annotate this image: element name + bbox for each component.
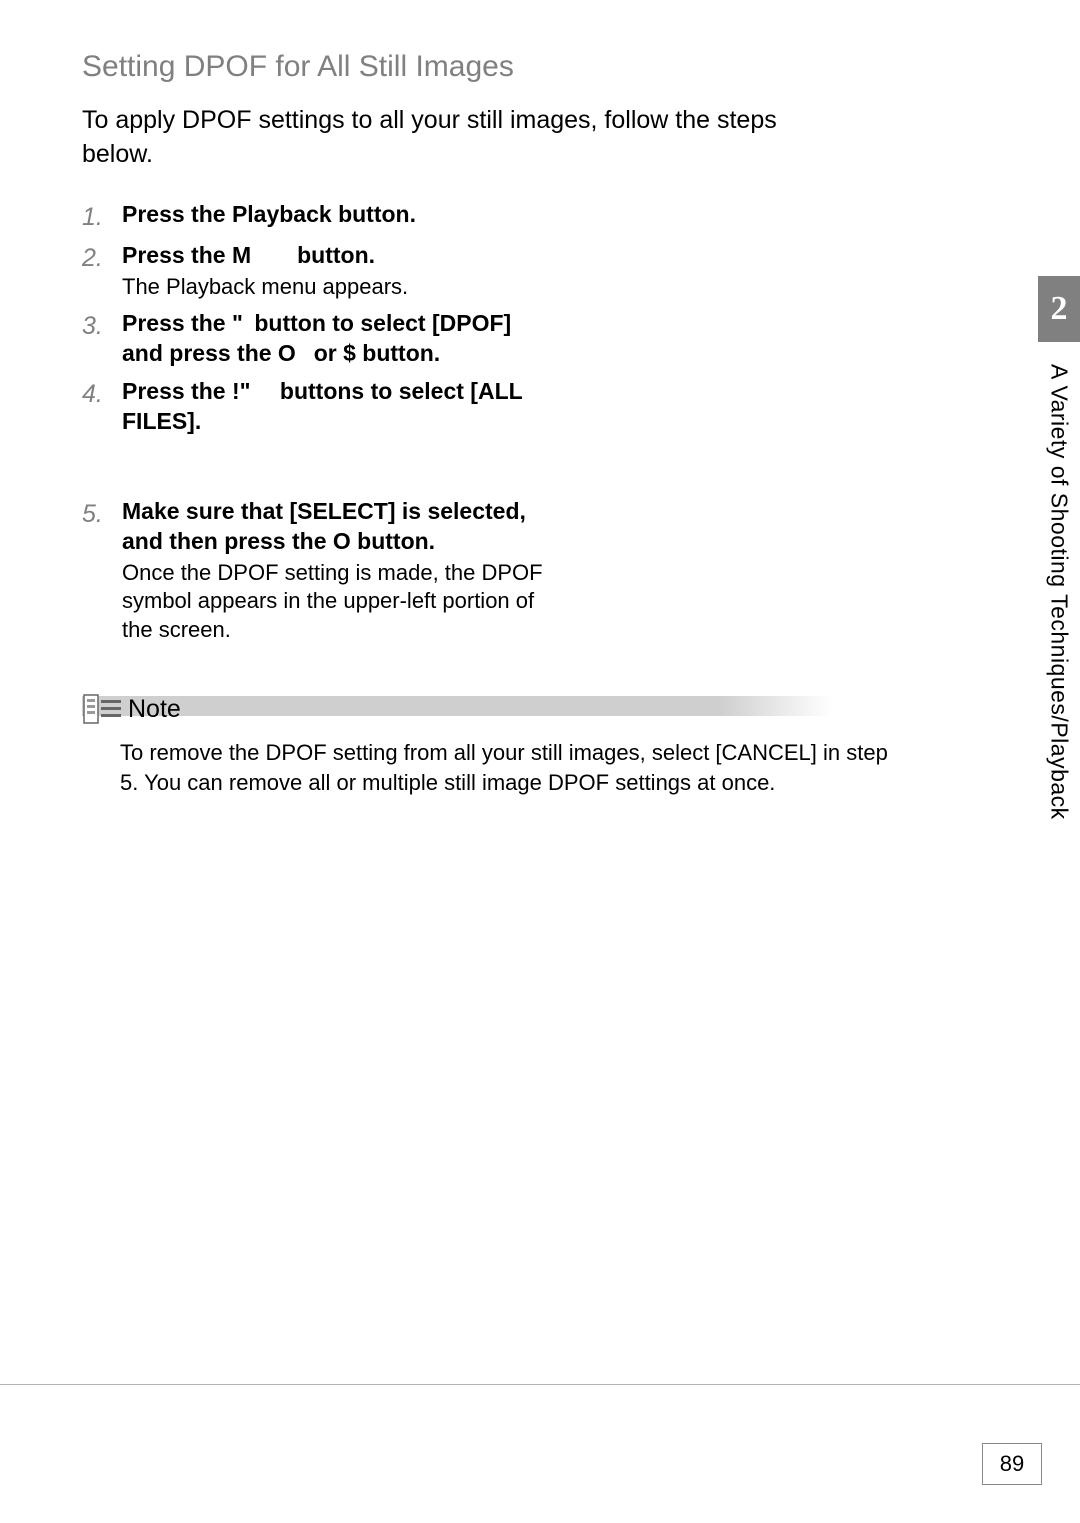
step-title: Press the Playback button. xyxy=(122,200,552,230)
note-block: Note To remove the DPOF setting from all… xyxy=(82,696,1010,797)
note-label: Note xyxy=(128,695,181,724)
note-text: To remove the DPOF setting from all your… xyxy=(82,738,897,797)
step-item: 1. Press the Playback button. xyxy=(82,200,552,233)
step-number: 4. xyxy=(82,377,122,410)
note-icon xyxy=(82,691,124,727)
step-number: 1. xyxy=(82,200,122,233)
section-heading: Setting DPOF for All Still Images xyxy=(82,50,1010,84)
steps-list: 1. Press the Playback button. 2. Press t… xyxy=(82,200,552,645)
step-title: Press the !" buttons to select [ALL FILE… xyxy=(122,377,552,437)
step-body: Make sure that [SELECT] is selected, and… xyxy=(122,497,552,645)
step-number: 5. xyxy=(82,497,122,530)
step-title: Press the " button to select [DPOF] and … xyxy=(122,309,552,369)
page-number: 89 xyxy=(982,1443,1042,1485)
step-item: 4. Press the !" buttons to select [ALL F… xyxy=(82,377,552,437)
chapter-tab: 2 xyxy=(1038,276,1080,342)
step-item: 3. Press the " button to select [DPOF] a… xyxy=(82,309,552,369)
step-number: 2. xyxy=(82,241,122,274)
manual-page: Setting DPOF for All Still Images To app… xyxy=(0,0,1080,1523)
footer-divider xyxy=(0,1384,1080,1385)
step-body: Press the " button to select [DPOF] and … xyxy=(122,309,552,369)
step-item: 2. Press the M button. The Playback menu… xyxy=(82,241,552,301)
step-body: Press the Playback button. xyxy=(122,200,552,230)
chapter-title: A Variety of Shooting Techniques/Playbac… xyxy=(1038,358,1080,918)
step-desc: The Playback menu appears. xyxy=(122,273,552,302)
step-desc: Once the DPOF setting is made, the DPOF … xyxy=(122,559,552,645)
note-bar xyxy=(82,696,832,716)
intro-text: To apply DPOF settings to all your still… xyxy=(82,104,832,172)
step-item: 5. Make sure that [SELECT] is selected, … xyxy=(82,497,552,645)
step-number: 3. xyxy=(82,309,122,342)
step-body: Press the !" buttons to select [ALL FILE… xyxy=(122,377,552,437)
step-title: Make sure that [SELECT] is selected, and… xyxy=(122,497,552,557)
step-title: Press the M button. xyxy=(122,241,552,271)
note-header: Note xyxy=(82,696,832,728)
step-body: Press the M button. The Playback menu ap… xyxy=(122,241,552,301)
